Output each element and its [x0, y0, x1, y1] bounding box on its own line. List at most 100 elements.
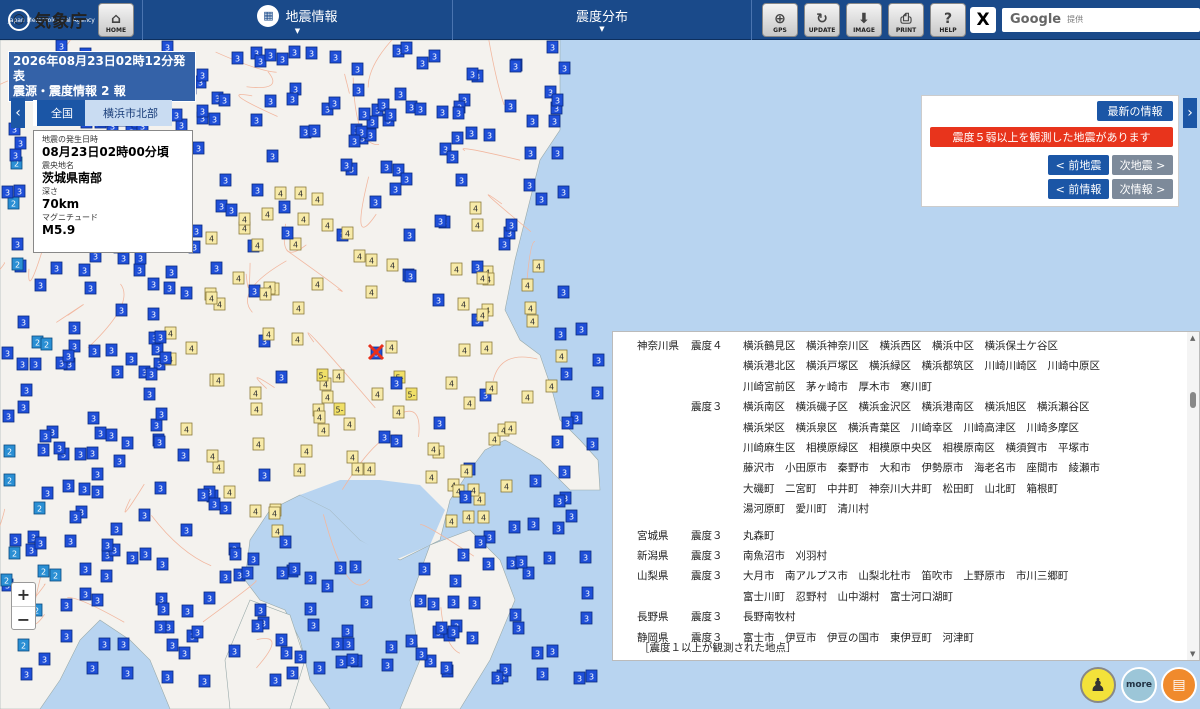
- intensity-marker-label: 4: [492, 436, 497, 445]
- intensity-marker-label: 3: [254, 117, 259, 126]
- help-button[interactable]: ? HELP: [930, 2, 966, 37]
- list-line[interactable]: 横浜南区 横浜磯子区 横浜金沢区 横浜港南区 横浜旭区 横浜瀬谷区: [743, 399, 1090, 414]
- next-panel-arrow[interactable]: ›: [1183, 98, 1197, 128]
- intensity-marker-label: 3: [161, 606, 166, 615]
- intensity-marker-label: 3: [579, 326, 584, 335]
- intensity-marker-label: 3: [235, 55, 240, 64]
- intensity-marker-label: 3: [431, 601, 436, 610]
- intensity-marker-label: 3: [33, 361, 38, 370]
- intensity-marker-label: 4: [227, 489, 232, 498]
- breadcrumb-national[interactable]: 全国: [33, 100, 85, 126]
- next-quake-button[interactable]: 次地震 >: [1112, 155, 1173, 175]
- list-pref: 新潟県: [637, 550, 669, 562]
- intensity-marker-label: 3: [255, 187, 260, 196]
- scroll-up-icon[interactable]: ▲: [1190, 334, 1195, 342]
- intensity-marker-label: 3: [298, 654, 303, 663]
- guide-person-button[interactable]: ♟: [1080, 667, 1116, 703]
- intensity-marker-label: 3: [117, 458, 122, 467]
- intensity-marker-label: 3: [83, 566, 88, 575]
- intensity-marker-label: 3: [223, 505, 228, 514]
- update-button[interactable]: ↻ UPDATE: [804, 2, 840, 37]
- intensity-marker-label: 3: [201, 492, 206, 501]
- intensity-marker-label: 5-: [408, 391, 416, 400]
- list-int: 震度３: [691, 570, 723, 583]
- observation-list[interactable]: 神奈川県 震度４ 横浜鶴見区 横浜神奈川区 横浜西区 横浜中区 横浜保土ケ谷区 横浜港…: [612, 331, 1200, 661]
- intensity-marker-label: 3: [409, 104, 414, 113]
- book-button[interactable]: ▤: [1161, 667, 1197, 703]
- prev-area-arrow[interactable]: ‹: [11, 98, 25, 128]
- intensity-marker-label: 3: [174, 112, 179, 121]
- intensity-marker-label: 3: [258, 607, 263, 616]
- list-line[interactable]: 横浜港北区 横浜戸塚区 横浜緑区 横浜都筑区 川崎川崎区 川崎中原区: [743, 358, 1100, 373]
- gps-button[interactable]: ⊕ GPS: [762, 2, 798, 37]
- list-line[interactable]: 大月市 南アルプス市 山梨北杜市 笛吹市 上野原市 市川三郷町: [743, 568, 1068, 583]
- help-label: HELP: [939, 26, 957, 34]
- prev-info-button[interactable]: < 前情報: [1048, 179, 1109, 199]
- list-line[interactable]: 湯河原町 愛川町 清川村: [743, 501, 869, 516]
- zoom-out-button[interactable]: −: [12, 607, 35, 631]
- intensity-marker-label: 4: [536, 263, 541, 272]
- intensity-marker-label: 3: [453, 578, 458, 587]
- list-line[interactable]: 長野南牧村: [743, 609, 796, 624]
- home-button[interactable]: ⌂ HOME: [98, 2, 134, 37]
- print-button[interactable]: ⎙ PRINT: [888, 2, 924, 37]
- google-search-input[interactable]: Google 提供: [1002, 7, 1200, 32]
- list-footer: ［震度１以上が観測された地点］: [639, 642, 797, 654]
- scroll-down-icon[interactable]: ▼: [1190, 650, 1195, 658]
- list-line[interactable]: 南魚沼市 刈羽村: [743, 548, 827, 563]
- intensity-marker-label: 3: [561, 289, 566, 298]
- intensity-marker-label: 3: [167, 285, 172, 294]
- time-label: 地震の発生日時: [42, 135, 98, 144]
- intensity-marker-label: 3: [54, 265, 59, 274]
- intensity-marker-label: 2: [4, 577, 9, 586]
- intensity-marker-label: 3: [394, 380, 399, 389]
- menu-intensity-distribution[interactable]: 震度分布 ▼: [452, 0, 752, 40]
- zoom-in-button[interactable]: +: [12, 583, 35, 607]
- intensity-marker-label: 4: [454, 266, 459, 275]
- prev-quake-button[interactable]: < 前地震: [1048, 155, 1109, 175]
- intensity-marker-label: 3: [444, 665, 449, 674]
- list-line[interactable]: 藤沢市 小田原市 秦野市 大和市 伊勢原市 海老名市 座間市 綾瀬市: [743, 460, 1100, 475]
- jma-logo[interactable]: ◯ 気象庁 Japan Meteorological Agency: [0, 0, 95, 40]
- list-line[interactable]: 川崎宮前区 茅ヶ崎市 厚木市 寒川町: [743, 379, 932, 394]
- list-line[interactable]: 大磯町 二宮町 中井町 神奈川大井町 松田町 山北町 箱根町: [743, 481, 1058, 496]
- intensity-marker-label: 3: [41, 447, 46, 456]
- next-info-button[interactable]: 次情報 >: [1112, 179, 1173, 199]
- list-line[interactable]: 横浜鶴見区 横浜神奈川区 横浜西区 横浜中区 横浜保土ケ谷区: [743, 338, 1058, 353]
- intensity-marker-label: 3: [104, 573, 109, 582]
- intensity-marker-label: 4: [369, 257, 374, 266]
- intensity-marker-label: 3: [279, 637, 284, 646]
- intensity-marker-label: 3: [396, 167, 401, 176]
- intensity-marker-label: 3: [38, 282, 43, 291]
- list-line[interactable]: 富士川町 忍野村 山中湖村 富士河口湖町: [743, 589, 953, 604]
- intensity-marker-label: 3: [165, 674, 170, 683]
- image-button[interactable]: ⬇ IMAGE: [846, 2, 882, 37]
- intensity-marker-label: 3: [409, 638, 414, 647]
- intensity-marker-label: 4: [216, 464, 221, 473]
- list-line[interactable]: 丸森町: [743, 528, 775, 543]
- intensity-marker-label: 3: [64, 633, 69, 642]
- intensity-marker-label: 3: [382, 434, 387, 443]
- more-button[interactable]: more: [1121, 667, 1157, 703]
- intensity-marker-label: 3: [584, 615, 589, 624]
- list-pref: 山梨県: [637, 570, 669, 583]
- latest-info-button[interactable]: 最新の情報: [1097, 101, 1173, 121]
- menu-earthquake-info[interactable]: ▦ 地震情報 ▼: [142, 0, 452, 40]
- intensity-marker-label: 3: [200, 72, 205, 81]
- intensity-marker-label: 4: [254, 406, 259, 415]
- intensity-marker-label: 4: [528, 305, 533, 314]
- issue-report: 震源・震度情報 2 報: [13, 84, 126, 98]
- scrollbar-thumb[interactable]: [1190, 392, 1196, 408]
- list-line[interactable]: 横浜栄区 横浜泉区 横浜青葉区 川崎幸区 川崎高津区 川崎多摩区: [743, 420, 1079, 435]
- breadcrumb-area[interactable]: 横浜市北部: [85, 100, 172, 126]
- intensity-marker-label: 3: [290, 96, 295, 105]
- intensity-marker-label: 4: [253, 390, 258, 399]
- intensity-marker-label: 4: [480, 275, 485, 284]
- intensity-marker-label: 3: [160, 561, 165, 570]
- intensity-marker-label: 3: [121, 641, 126, 650]
- intensity-marker-label: 4: [336, 373, 341, 382]
- x-share-button[interactable]: X: [970, 6, 996, 33]
- list-scrollbar[interactable]: ▲ ▼: [1187, 332, 1199, 660]
- list-line[interactable]: 川崎麻生区 相模原緑区 相模原中央区 相模原南区 横須賀市 平塚市: [743, 440, 1090, 455]
- intensity-marker-label: 3: [355, 66, 360, 75]
